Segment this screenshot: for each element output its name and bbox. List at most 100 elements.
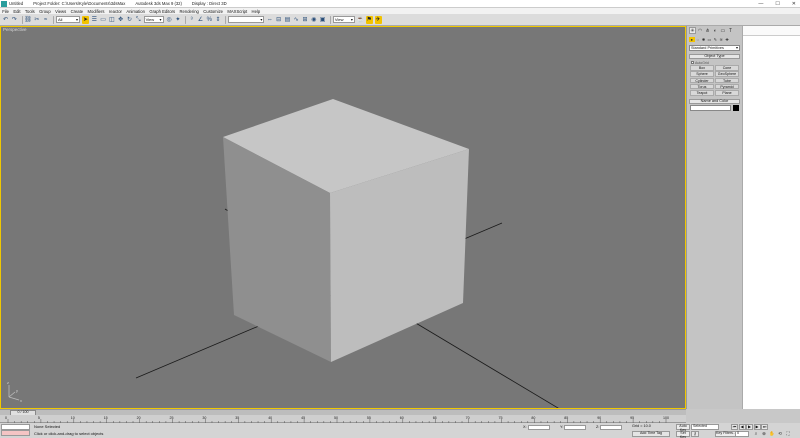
play-icon[interactable]: ▶ <box>746 424 753 430</box>
teapot-button[interactable]: Teapot <box>690 90 714 96</box>
orbit-icon[interactable]: ⟲ <box>776 431 784 437</box>
shapes-icon[interactable]: ◌ <box>695 37 701 43</box>
menu-maxscript[interactable]: MAXScript <box>227 9 247 14</box>
align-icon[interactable]: ⊟ <box>275 16 282 24</box>
hierarchy-tab-icon[interactable]: ⋔ <box>704 27 711 34</box>
set-key-button[interactable]: Set Key <box>676 431 690 438</box>
key-filters-button[interactable]: Key Filters... <box>715 431 737 437</box>
close-button[interactable]: ✕ <box>792 1 796 7</box>
tube-button[interactable]: Tube <box>715 77 739 84</box>
create-tab-icon[interactable]: ✳ <box>689 27 696 34</box>
pyramid-button[interactable]: Pyramid <box>715 83 739 90</box>
render-last-icon[interactable]: ✈ <box>374 15 382 24</box>
menu-views[interactable]: Views <box>55 9 66 14</box>
link-icon[interactable]: ⛓ <box>24 16 32 24</box>
object-name-input[interactable] <box>690 104 731 111</box>
menu-create[interactable]: Create <box>71 9 84 14</box>
window-crossing-icon[interactable]: ◫ <box>108 16 115 24</box>
coord-x-input[interactable] <box>527 424 550 430</box>
maxscript-output[interactable] <box>1 430 30 436</box>
lights-icon[interactable]: ✺ <box>701 37 707 43</box>
render-setup-icon[interactable]: ▣ <box>319 16 326 24</box>
select-scale-icon[interactable]: ⤡ <box>135 16 142 24</box>
curve-editor-icon[interactable]: ∿ <box>293 16 300 24</box>
auto-key-button[interactable]: Auto Key <box>676 424 690 432</box>
coord-y-input[interactable] <box>564 424 587 430</box>
geosphere-button[interactable]: GeoSphere <box>715 71 739 77</box>
name-and-color-rollout[interactable]: Name and Color <box>689 98 740 104</box>
plane-button[interactable]: Plane <box>715 90 739 96</box>
box-button[interactable]: Box <box>690 65 714 71</box>
pivot-center-icon[interactable]: ◎ <box>166 16 173 24</box>
zoom-all-icon[interactable]: ⊕ <box>760 431 768 437</box>
menu-animation[interactable]: Animation <box>126 9 145 14</box>
selection-region-icon[interactable]: ▭ <box>100 16 107 24</box>
maxscript-listener[interactable] <box>1 424 30 436</box>
object-color-swatch[interactable] <box>733 104 739 111</box>
angle-snap-icon[interactable]: ∠ <box>197 16 204 24</box>
auto-key-mode-dropdown[interactable]: Selected <box>691 424 719 430</box>
zoom-icon[interactable]: ⌕ <box>752 431 760 437</box>
render-type-dropdown[interactable]: View <box>332 16 355 23</box>
cameras-icon[interactable]: ▭ <box>707 37 713 43</box>
current-frame-input[interactable]: 0 <box>735 431 749 437</box>
object-type-rollout[interactable]: Object Type <box>689 54 740 59</box>
select-object-icon[interactable]: ➤ <box>81 15 89 24</box>
menu-graph-editors[interactable]: Graph Editors <box>149 9 175 14</box>
cone-button[interactable]: Cone <box>715 65 739 71</box>
sphere-button[interactable]: Sphere <box>690 71 714 77</box>
material-editor-icon[interactable]: ◉ <box>310 16 317 24</box>
menu-customize[interactable]: Customize <box>203 9 223 14</box>
selection-filter-dropdown[interactable]: All <box>55 16 80 23</box>
helpers-icon[interactable]: ✎ <box>713 37 719 43</box>
perspective-viewport[interactable]: z x y Perspective <box>0 26 686 409</box>
cylinder-button[interactable]: Cylinder <box>690 77 714 84</box>
quick-render-icon[interactable]: ☕ <box>357 16 364 24</box>
percent-snap-icon[interactable]: % <box>206 16 213 24</box>
display-tab-icon[interactable]: ▭ <box>719 27 726 34</box>
redo-icon[interactable]: ↷ <box>11 16 18 24</box>
viewport-label[interactable]: Perspective <box>3 27 27 32</box>
unlink-icon[interactable]: ✂ <box>33 16 40 24</box>
previous-frame-icon[interactable]: ◀ <box>738 424 746 430</box>
snap-to-grid-icon[interactable]: ⚑ <box>365 15 373 24</box>
torus-button[interactable]: Torus <box>690 83 714 90</box>
autogrid-check[interactable] <box>691 61 694 64</box>
snap-toggle-icon[interactable]: ³ <box>188 16 195 24</box>
select-by-name-icon[interactable]: ☰ <box>91 16 98 24</box>
add-time-tag-button[interactable]: Add Time Tag <box>632 431 670 437</box>
systems-icon[interactable]: ✚ <box>724 37 730 43</box>
menu-rendering[interactable]: Rendering <box>180 9 199 14</box>
track-bar[interactable]: 0 5 10 15 20 25 30 35 40 45 50 55 60 65 70 75 80 85 90 95 10… <box>0 415 686 423</box>
mirror-icon[interactable]: ⇔ <box>266 16 273 24</box>
spinner-snap-icon[interactable]: ⇕ <box>215 16 222 24</box>
space-warps-icon[interactable]: ≋ <box>718 37 724 43</box>
menu-modifiers[interactable]: Modifiers <box>88 9 105 14</box>
modify-tab-icon[interactable]: ◠ <box>697 27 704 34</box>
select-move-icon[interactable]: ✥ <box>117 16 124 24</box>
goto-end-icon[interactable]: ⏭ <box>761 424 768 430</box>
geometry-icon[interactable]: ● <box>689 36 695 43</box>
schematic-view-icon[interactable]: ⊞ <box>302 16 309 24</box>
named-selection-dropdown[interactable] <box>228 16 265 23</box>
key-icon[interactable]: ⚷ <box>691 431 699 437</box>
menu-help[interactable]: Help <box>252 9 261 14</box>
maximize-viewport-icon[interactable]: ⛶ <box>784 431 792 437</box>
undo-icon[interactable]: ↶ <box>2 16 9 24</box>
layer-manager-icon[interactable]: ▤ <box>284 16 291 24</box>
coord-z-input[interactable] <box>600 424 623 430</box>
motion-tab-icon[interactable]: ◐ <box>712 27 719 34</box>
menu-file[interactable]: File <box>2 9 9 14</box>
minimize-button[interactable]: — <box>758 1 763 7</box>
pan-icon[interactable]: ✋ <box>768 431 776 437</box>
select-manipulate-icon[interactable]: ✦ <box>174 16 181 24</box>
menu-tools[interactable]: Tools <box>25 9 35 14</box>
menu-group[interactable]: Group <box>39 9 51 14</box>
utilities-tab-icon[interactable]: T <box>727 27 734 34</box>
next-frame-icon[interactable]: ▶ <box>753 424 761 430</box>
menu-edit[interactable]: Edit <box>13 9 20 14</box>
reference-coordinate-dropdown[interactable]: View <box>143 16 164 23</box>
goto-start-icon[interactable]: ⏮ <box>731 424 738 430</box>
menu-reactor[interactable]: reactor <box>109 9 122 14</box>
select-rotate-icon[interactable]: ↻ <box>126 16 133 24</box>
